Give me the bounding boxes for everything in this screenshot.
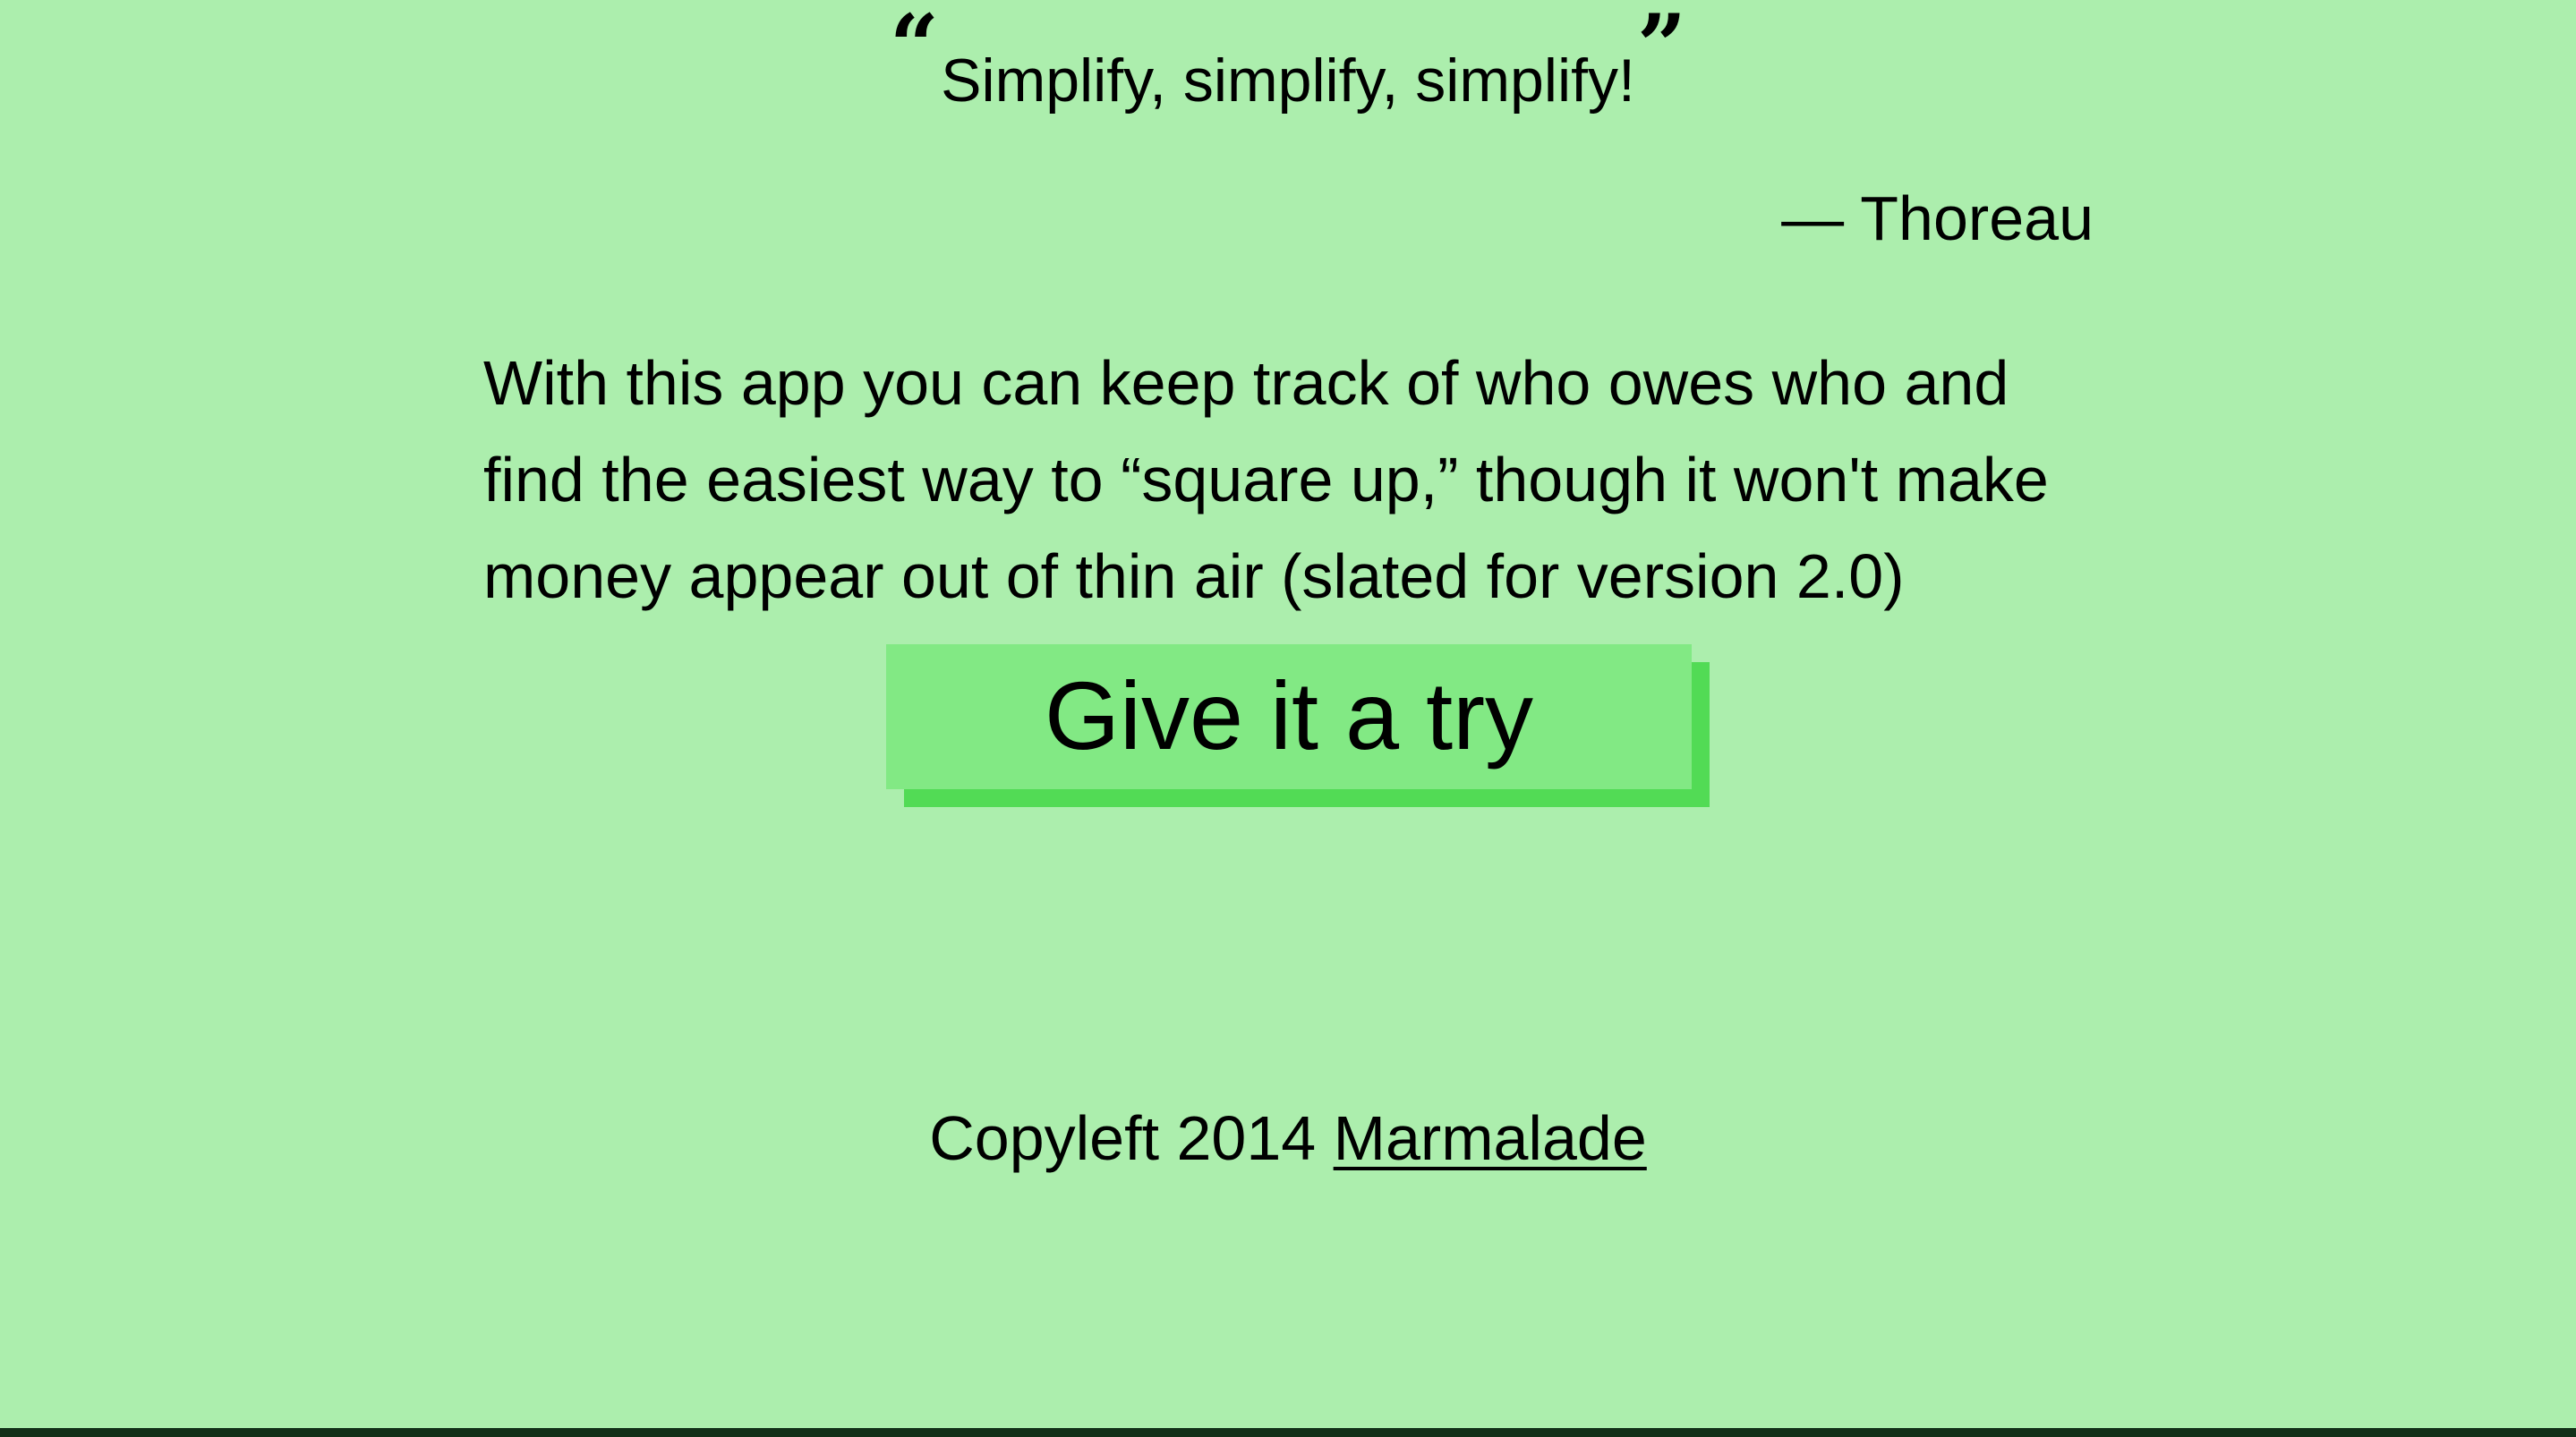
give-it-a-try-button[interactable]: Give it a try bbox=[886, 644, 1692, 789]
cta-container: Give it a try bbox=[886, 644, 1710, 807]
quote-block: “Simplify, simplify, simplify!” bbox=[0, 4, 2576, 118]
copyright-text: Copyleft 2014 bbox=[929, 1103, 1317, 1173]
marmalade-link[interactable]: Marmalade bbox=[1334, 1103, 1647, 1173]
bottom-border bbox=[0, 1428, 2576, 1437]
footer: Copyleft 2014 Marmalade bbox=[0, 1102, 2576, 1174]
intro-paragraph: With this app you can keep track of who … bbox=[483, 348, 2049, 611]
quote-attribution: — Thoreau bbox=[1781, 183, 2094, 253]
close-quote-mark: ” bbox=[1636, 0, 1687, 97]
quote: “Simplify, simplify, simplify!” bbox=[890, 4, 1686, 118]
open-quote-mark: “ bbox=[889, 0, 940, 97]
quote-text: Simplify, simplify, simplify! bbox=[941, 47, 1635, 115]
landing-page: “Simplify, simplify, simplify!” — Thorea… bbox=[0, 0, 2576, 1437]
